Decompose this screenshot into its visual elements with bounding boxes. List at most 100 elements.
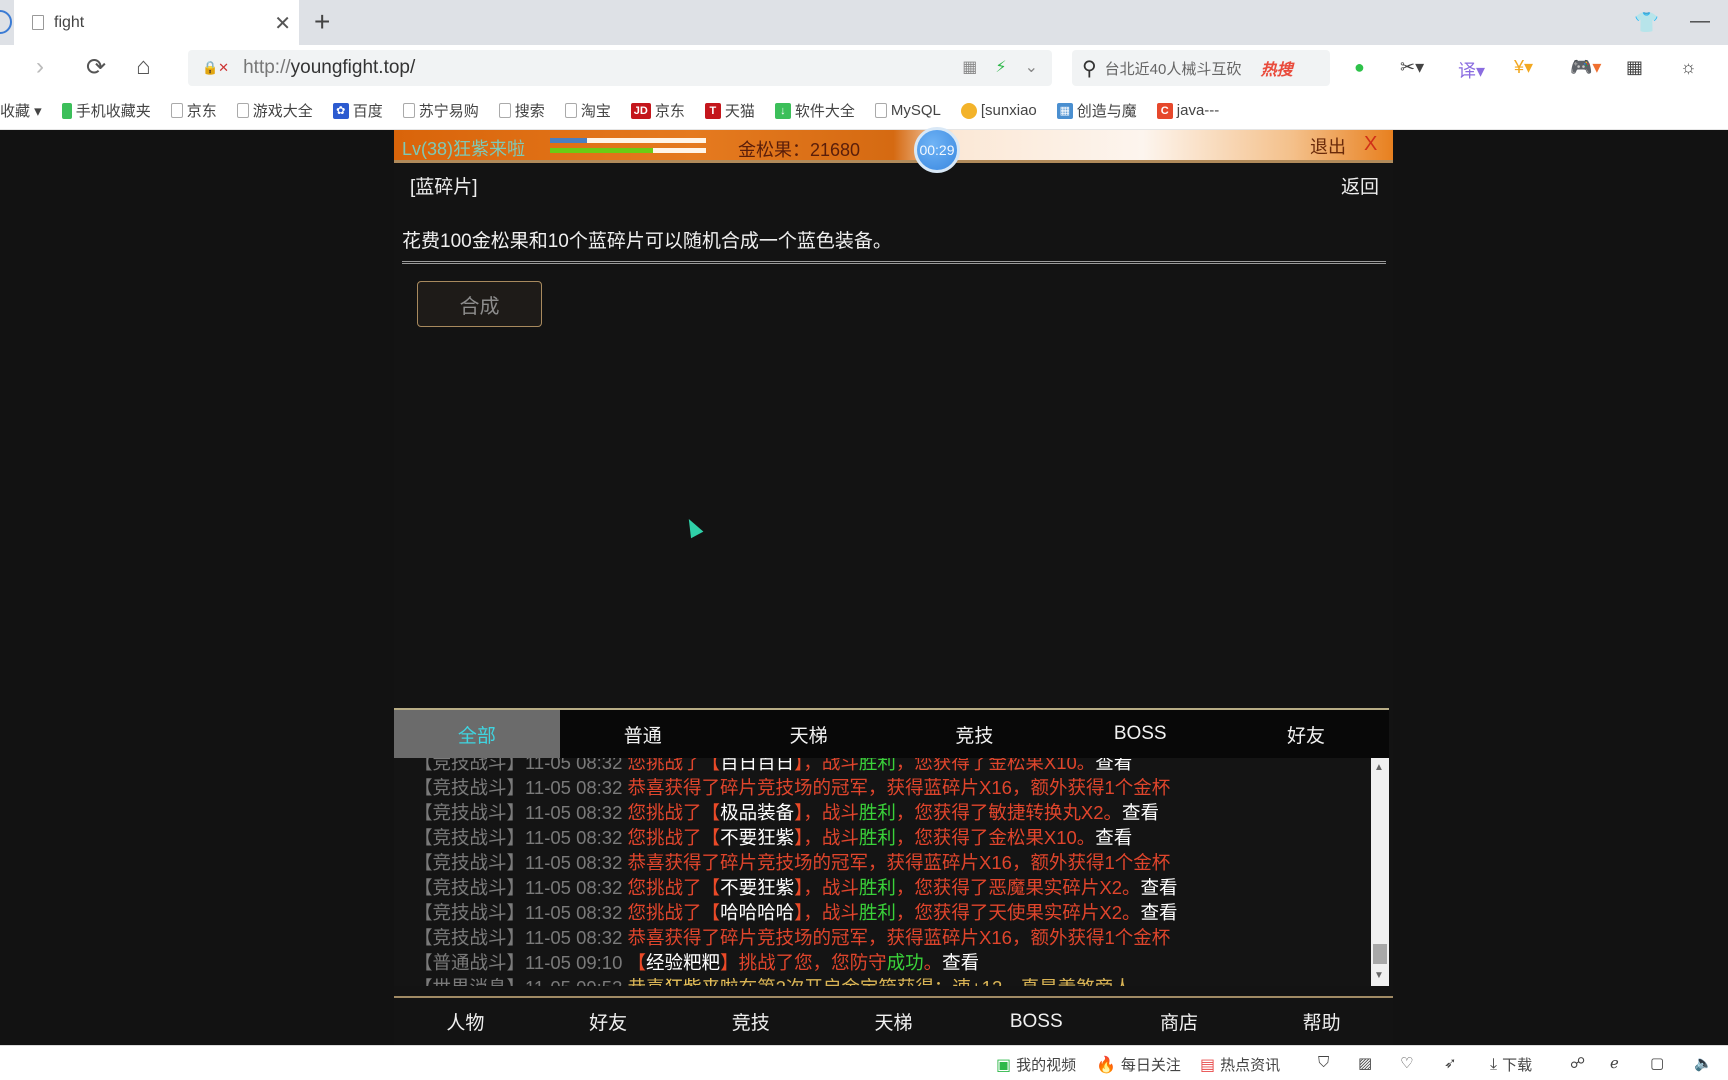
lightning-icon[interactable]: ⚡ <box>995 57 1006 77</box>
view-link[interactable]: 查看 <box>1095 827 1132 848</box>
view-link[interactable]: 查看 <box>1141 877 1178 898</box>
bottom-nav-item[interactable]: 天梯 <box>822 998 965 1045</box>
bottom-nav-item[interactable]: 帮助 <box>1250 998 1393 1045</box>
bookmark-item[interactable]: ▦ 创造与魔 <box>1056 100 1137 121</box>
new-tab-button[interactable]: + <box>314 6 330 38</box>
scroll-up-icon[interactable]: ▲ <box>1374 762 1384 773</box>
log-text: ，战斗 <box>803 827 859 848</box>
view-link[interactable]: 查看 <box>1122 802 1159 823</box>
bookmark-item[interactable]: 京东 <box>170 100 217 121</box>
daily-focus[interactable]: 🔥 每日关注 <box>1096 1054 1181 1075</box>
bookmark-item[interactable]: 手机收藏夹 <box>61 100 151 121</box>
bottom-nav-item[interactable]: 人物 <box>394 998 537 1045</box>
scrollbar-thumb[interactable] <box>1373 944 1387 964</box>
chat-tab[interactable]: 全部 <box>394 710 560 758</box>
view-link[interactable]: 查看 <box>1095 758 1132 773</box>
minimize-button[interactable]: — <box>1690 10 1710 33</box>
download-icon: ⤓ <box>1490 1055 1498 1073</box>
bottom-nav-item[interactable]: 好友 <box>537 998 680 1045</box>
apps-grid-icon[interactable]: ▦ <box>1626 57 1643 78</box>
bottom-nav-item[interactable]: BOSS <box>965 998 1108 1045</box>
log-text: 【竞技战斗】11-05 08:32 <box>414 877 628 898</box>
translate-icon[interactable]: 译▾ <box>1458 57 1485 83</box>
search-box[interactable]: ⚲ 台北近40人械斗互砍 热搜 <box>1072 50 1330 86</box>
view-link[interactable]: 查看 <box>1141 902 1178 923</box>
bookmark-item[interactable]: 淘宝 <box>564 100 611 121</box>
volume-icon[interactable]: 🔈 <box>1694 1054 1713 1072</box>
bookmark-item[interactable]: ✿ 百度 <box>332 100 383 121</box>
csdn-icon: C <box>1156 102 1173 119</box>
compose-button[interactable]: 合成 <box>417 281 542 327</box>
browser-tab[interactable]: fight ✕ <box>14 0 299 45</box>
window-icon[interactable]: ▢ <box>1650 1054 1664 1072</box>
shield-icon[interactable]: ⛉ <box>1318 1054 1329 1071</box>
brightness-icon[interactable]: ☼ <box>1680 57 1697 78</box>
close-tab-icon[interactable]: ✕ <box>274 11 291 36</box>
player-name[interactable]: Lv(38)狂紫来啦 <box>402 135 525 161</box>
bookmark-item[interactable]: 游戏大全 <box>236 100 313 121</box>
log-text: 胜利 <box>858 758 896 773</box>
bookmark-item[interactable]: T 天猫 <box>704 100 755 121</box>
home-button[interactable]: ⌂ <box>136 53 151 81</box>
search-input[interactable]: 台北近40人械斗互砍 <box>1105 58 1255 79</box>
image-icon[interactable]: ▨ <box>1358 1054 1372 1072</box>
bottom-nav: 人物 好友 竞技 天梯 BOSS 商店 帮助 <box>394 996 1393 1045</box>
scroll-down-icon[interactable]: ▼ <box>1374 970 1384 981</box>
bookmark-item[interactable]: JD 京东 <box>630 100 685 121</box>
chat-tab[interactable]: 好友 <box>1223 710 1389 758</box>
skin-icon[interactable]: 👕 <box>1634 10 1659 35</box>
health-icon[interactable]: ♡ <box>1400 1054 1413 1072</box>
qr-code-icon[interactable]: ▦ <box>962 57 977 77</box>
close-icon[interactable]: X <box>1364 133 1377 156</box>
bookmark-item[interactable]: 苏宁易购 <box>402 100 479 121</box>
bookmark-item[interactable]: 搜索 <box>498 100 545 121</box>
chat-extension-icon[interactable]: ● <box>1354 57 1365 78</box>
bottom-nav-item[interactable]: 竞技 <box>679 998 822 1045</box>
log-text: 哈哈哈哈 <box>720 902 795 923</box>
log-text: 。 <box>923 952 943 973</box>
game-icon[interactable]: 🎮▾ <box>1570 57 1601 78</box>
bookmark-label: 苏宁易购 <box>418 103 479 120</box>
chat-tab[interactable]: 普通 <box>560 710 726 758</box>
log-text: 【 <box>701 758 721 773</box>
back-link[interactable]: 返回 <box>1341 172 1379 199</box>
chevron-down-icon[interactable]: ⌄ <box>1025 57 1038 77</box>
bookmark-label: 天猫 <box>724 103 755 120</box>
reload-button[interactable]: ⟳ <box>86 53 106 82</box>
bottom-nav-item[interactable]: 商店 <box>1108 998 1251 1045</box>
divider <box>402 261 1386 264</box>
view-link[interactable]: 查看 <box>942 952 979 973</box>
forward-button[interactable]: › <box>36 53 44 81</box>
bookmark-label: 创造与魔 <box>1076 103 1137 120</box>
download-manager[interactable]: ⤓ 下载 <box>1490 1054 1532 1075</box>
log-text: 【竞技战斗】11-05 08:32 <box>414 927 628 948</box>
bookmark-favorites[interactable]: 收藏 ▾ <box>0 100 42 121</box>
bookmark-item[interactable]: MySQL <box>874 102 941 119</box>
my-videos[interactable]: ▣ 我的视频 <box>996 1054 1076 1075</box>
rocket-icon[interactable]: ➶ <box>1444 1054 1457 1072</box>
network-icon[interactable]: ☍ <box>1570 1054 1585 1072</box>
shield-coin-icon[interactable]: ¥▾ <box>1514 57 1533 78</box>
url-text[interactable]: http://youngfight.top/ <box>243 57 415 79</box>
hot-news[interactable]: ▤ 热点资讯 <box>1200 1054 1280 1075</box>
bookmark-item[interactable]: Cjava--- <box>1156 102 1219 119</box>
status-bars <box>550 138 706 158</box>
scissors-icon[interactable]: ✂▾ <box>1400 57 1424 78</box>
chat-tab[interactable]: 天梯 <box>726 710 892 758</box>
bookmark-item[interactable]: ↓ 软件大全 <box>774 100 855 121</box>
log-text: 恭喜 <box>628 977 665 986</box>
log-text: 【 <box>701 827 721 848</box>
ie-icon[interactable]: ℯ <box>1610 1054 1619 1072</box>
status-label: 下载 <box>1502 1057 1533 1074</box>
news-icon: ▤ <box>1200 1056 1216 1074</box>
log-scrollbar[interactable]: ▲ ▼ <box>1371 758 1389 986</box>
address-bar[interactable]: 🔒✕ http://youngfight.top/ ▦ ⚡ ⌄ <box>188 50 1052 86</box>
log-entry: 【普通战斗】11-05 09:10 【经验粑粑】挑战了您，您防守成功。查看 <box>414 950 1178 975</box>
hot-search-badge[interactable]: 热搜 <box>1261 56 1293 80</box>
chat-tab[interactable]: BOSS <box>1057 710 1223 758</box>
bookmark-item[interactable]: [sunxiao <box>960 102 1037 119</box>
chat-tab[interactable]: 竞技 <box>891 710 1057 758</box>
logout-link[interactable]: 退出 <box>1310 133 1346 159</box>
log-text: 不要狂紫 <box>720 827 795 848</box>
log-text: 您挑战了 <box>627 877 702 898</box>
